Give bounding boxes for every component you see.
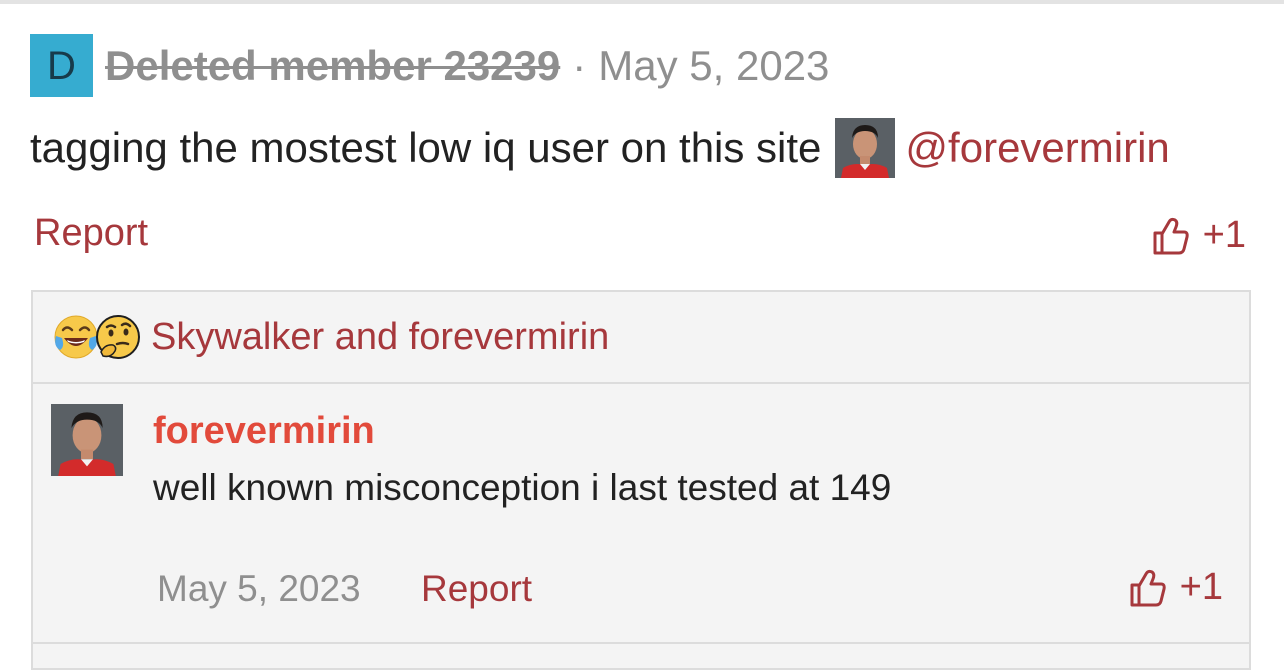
reply-report-link[interactable]: Report [421,568,532,610]
like-button[interactable]: +1 [1151,214,1246,257]
reply-date[interactable]: May 5, 2023 [157,568,361,610]
reply-like-button[interactable]: +1 [1128,566,1223,609]
thinking-face-icon [96,315,140,359]
reacted-users-link[interactable]: Skywalker and forevermirin [151,316,609,359]
like-count: +1 [1202,214,1246,256]
avatar[interactable]: D [30,34,93,97]
reply-divider [33,642,1249,644]
separator-dot: · [572,41,587,89]
reply-text: well known misconception i last tested a… [153,467,892,508]
post-header: D Deleted member 23239 · May 5, 2023 [30,34,829,97]
report-link[interactable]: Report [34,212,148,255]
reactions-summary[interactable]: Skywalker and forevermirin [33,292,1249,384]
avatar-letter: D [47,43,76,88]
post-text: tagging the mostest low iq user on this … [30,124,822,171]
thumbs-up-icon [1130,569,1166,606]
reaction-emojis [53,312,149,362]
reply-like-count: +1 [1179,566,1223,608]
post-body: tagging the mostest low iq user on this … [30,118,1170,178]
reply-avatar[interactable] [51,404,123,476]
mention-avatar[interactable] [835,118,896,178]
person-portrait-icon [51,404,123,476]
face-with-tears-of-joy-icon [54,315,98,359]
author-name[interactable]: Deleted member 23239 [105,42,560,90]
reply-author-name[interactable]: forevermirin [153,410,375,453]
reactions-box: Skywalker and forevermirin forevermirin … [31,290,1251,670]
post-date[interactable]: May 5, 2023 [598,42,829,90]
person-portrait-icon [835,118,896,178]
comment-post: D Deleted member 23239 · May 5, 2023 tag… [0,0,1284,670]
thumbs-up-icon [1153,217,1189,254]
user-mention-link[interactable]: @forevermirin [905,124,1169,172]
